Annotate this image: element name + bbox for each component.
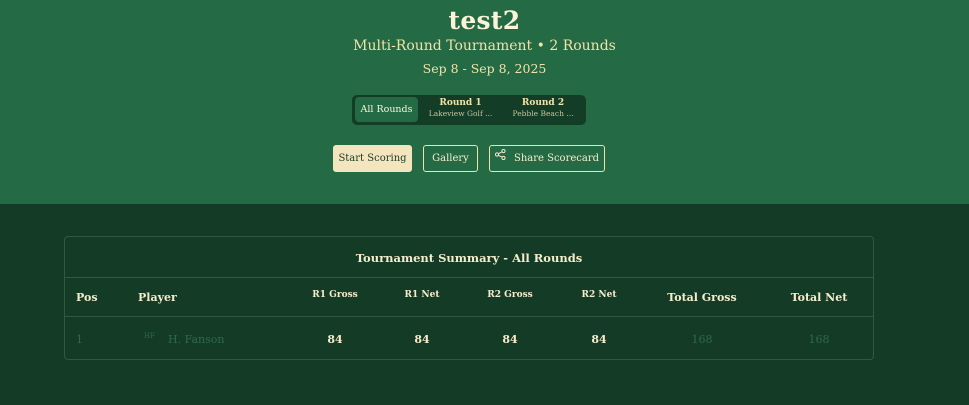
start-scoring-button[interactable]: Start Scoring [333, 145, 412, 172]
row-r2-net: 84 [591, 333, 607, 346]
tournament-subtitle: Multi-Round Tournament • 2 Rounds [353, 38, 616, 54]
tab-round-1-label: Round 1 [439, 98, 482, 108]
tournament-summary-card: Tournament Summary - All Rounds Pos Play… [64, 236, 874, 360]
col-r2-gross: R2 Gross [487, 290, 533, 300]
summary-divider [65, 277, 873, 278]
row-r2-gross: 84 [502, 333, 518, 346]
avatar: HF [144, 332, 155, 340]
tournament-title: test2 [448, 6, 521, 35]
gallery-button[interactable]: Gallery [423, 145, 478, 172]
col-total-gross: Total Gross [667, 291, 737, 304]
row-player: H. Fanson [168, 333, 225, 346]
header-divider [65, 316, 873, 317]
tournament-dates: Sep 8 - Sep 8, 2025 [422, 61, 547, 76]
share-scorecard-label: Share Scorecard [513, 153, 600, 164]
col-r2-net: R2 Net [581, 290, 617, 300]
col-r1-net: R1 Net [404, 290, 440, 300]
row-total-net: 168 [808, 333, 830, 346]
share-icon [494, 145, 506, 170]
row-r1-gross: 84 [327, 333, 343, 346]
round-tabs: All Rounds Round 1 Lakeview Golf ... Rou… [352, 95, 586, 125]
tab-round-1[interactable]: Round 1 Lakeview Golf ... [422, 97, 499, 122]
tab-round-2-course: Pebble Beach ... [512, 109, 574, 118]
tab-round-2[interactable]: Round 2 Pebble Beach ... [504, 97, 582, 122]
col-pos: Pos [76, 291, 98, 304]
tab-round-1-course: Lakeview Golf ... [428, 109, 493, 118]
col-r1-gross: R1 Gross [312, 290, 358, 300]
summary-title: Tournament Summary - All Rounds [355, 251, 583, 265]
row-r1-net: 84 [414, 333, 430, 346]
col-total-net: Total Net [790, 291, 848, 304]
row-total-gross: 168 [691, 333, 713, 346]
tournament-header: test2 Multi-Round Tournament • 2 Rounds … [0, 0, 969, 204]
col-player: Player [138, 291, 177, 304]
share-scorecard-button[interactable]: Share Scorecard [489, 145, 605, 172]
tab-all-rounds[interactable]: All Rounds [355, 97, 418, 122]
tab-round-2-label: Round 2 [521, 98, 565, 108]
row-pos: 1 [76, 333, 83, 346]
